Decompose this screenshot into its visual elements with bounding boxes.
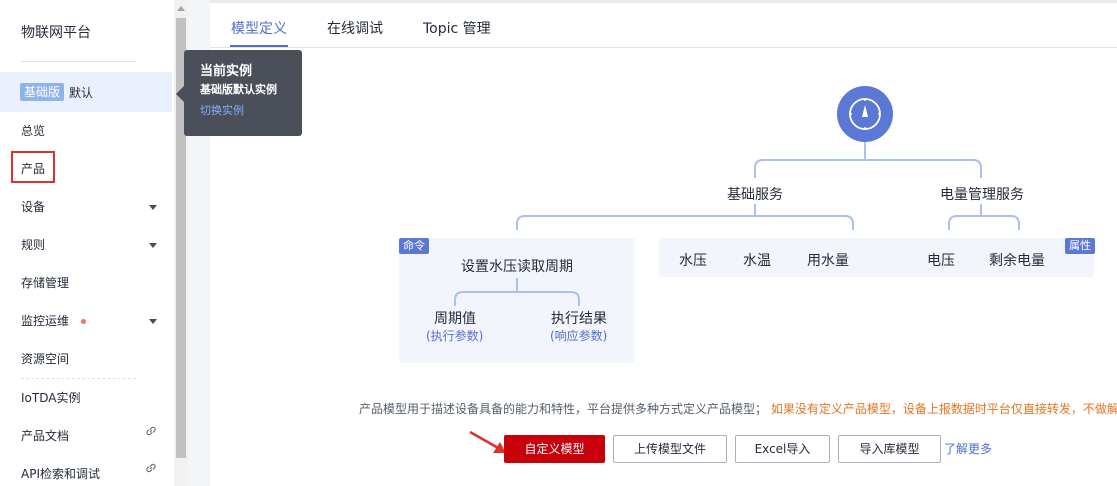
property-voltage: 电压 <box>927 253 955 269</box>
link-icon[interactable] <box>144 461 158 475</box>
sidebar-item-device[interactable]: 设备 <box>21 198 45 216</box>
tooltip-arrow <box>176 86 184 102</box>
upload-model-button[interactable]: 上传模型文件 <box>613 435 727 463</box>
param-output: 执行结果 <box>551 311 607 327</box>
switch-instance-link[interactable]: 切换实例 <box>200 99 302 123</box>
chevron-down-icon[interactable] <box>149 319 157 324</box>
param-input: 周期值 <box>434 311 476 327</box>
tab-model-definition[interactable]: 模型定义 <box>231 19 287 39</box>
property-water-pressure: 水压 <box>679 253 707 269</box>
platform-title: 物联网平台 <box>21 25 91 41</box>
sidebar: 物联网平台 基础版 默认 总览 产品 设备 规则 存储管理 监控运维 资源空间 … <box>0 0 174 486</box>
custom-model-button[interactable]: 自定义模型 <box>504 435 605 463</box>
instance-tooltip: 当前实例 基础版默认实例 切换实例 <box>184 50 302 136</box>
top-strip <box>210 0 1117 3</box>
tooltip-subtitle: 基础版默认实例 <box>200 83 277 96</box>
edition-badge: 基础版 <box>20 83 65 101</box>
chevron-down-icon[interactable] <box>149 243 157 248</box>
sidebar-item-storage[interactable]: 存储管理 <box>21 274 69 292</box>
excel-import-button[interactable]: Excel导入 <box>735 435 830 463</box>
property-water-usage: 用水量 <box>807 253 849 269</box>
sidebar-item-iotda-instance[interactable]: IoTDA实例 <box>21 389 80 407</box>
sidebar-item-product-docs[interactable]: 产品文档 <box>21 427 69 445</box>
param-input-sub: (执行参数) <box>426 329 484 343</box>
service-basic: 基础服务 <box>727 187 783 203</box>
tab-topic-management[interactable]: Topic 管理 <box>423 19 491 39</box>
command-name: 设置水压读取周期 <box>461 259 573 275</box>
property-tag: 属性 <box>1065 238 1095 254</box>
sidebar-item-rules[interactable]: 规则 <box>21 236 45 254</box>
property-remaining-power: 剩余电量 <box>989 253 1045 269</box>
description-warning: 如果没有定义产品模型，设备上报数据时平台仅直接转发，不做解 <box>770 402 1117 416</box>
tooltip-title: 当前实例 <box>200 64 253 79</box>
import-library-model-button[interactable]: 导入库模型 <box>838 435 941 463</box>
notification-dot <box>81 319 86 324</box>
tab-online-debug[interactable]: 在线调试 <box>327 19 383 39</box>
learn-more-link[interactable]: 了解更多 <box>944 440 992 457</box>
instance-name: 默认 <box>69 86 94 100</box>
chevron-down-icon[interactable] <box>149 205 157 210</box>
service-power: 电量管理服务 <box>940 187 1024 203</box>
scroll-up-icon[interactable] <box>177 6 185 11</box>
model-description: 产品模型用于描述设备具备的能力和特性，平台提供多种方式定义产品模型； 如果没有定… <box>359 400 1117 417</box>
command-tag: 命令 <box>399 238 429 254</box>
sidebar-item-resource-space[interactable]: 资源空间 <box>21 350 69 368</box>
divider <box>210 47 1117 48</box>
link-icon[interactable] <box>144 424 158 438</box>
sidebar-item-api-explorer[interactable]: API检索和调试 <box>21 465 100 483</box>
sidebar-item-overview[interactable]: 总览 <box>21 122 45 140</box>
sidebar-item-monitoring[interactable]: 监控运维 <box>21 312 69 330</box>
divider <box>21 61 136 62</box>
property-water-temp: 水温 <box>743 253 771 269</box>
param-output-sub: (响应参数) <box>550 329 608 343</box>
divider <box>21 378 136 379</box>
description-text: 产品模型用于描述设备具备的能力和特性，平台提供多种方式定义产品模型； <box>359 402 768 416</box>
sidebar-item-product[interactable]: 产品 <box>21 160 45 178</box>
